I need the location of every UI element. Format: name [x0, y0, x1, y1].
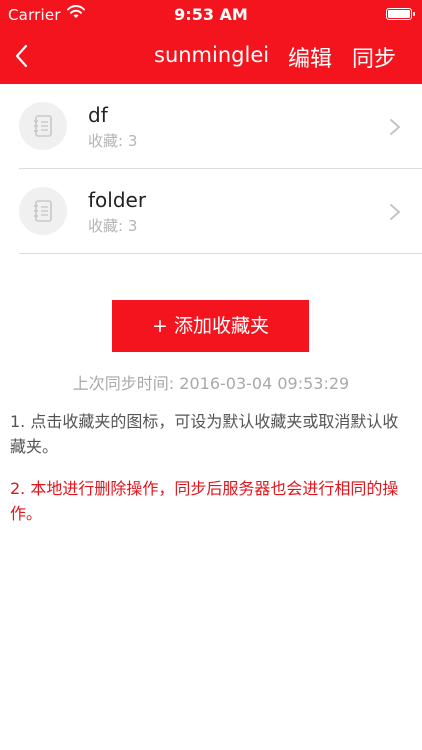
sync-button[interactable]: 同步: [352, 41, 396, 73]
add-folder-button[interactable]: + 添加收藏夹: [112, 300, 309, 352]
tip-default-folder: 1. 点击收藏夹的图标，可设为默认收藏夹或取消默认收藏夹。: [10, 412, 399, 456]
edit-button[interactable]: 编辑: [288, 41, 332, 73]
chevron-right-icon: [390, 119, 400, 135]
tip-delete-sync: 2. 本地进行删除操作，同步后服务器也会进行相同的操作。: [10, 479, 399, 523]
folder-avatar[interactable]: [19, 187, 67, 235]
chevron-left-icon[interactable]: [10, 42, 34, 70]
clock: 9:53 AM: [174, 5, 248, 24]
last-sync-label: 上次同步时间:: [72, 374, 175, 393]
folder-name: folder: [88, 188, 147, 212]
nav-bar: sunminglei 编辑 同步: [0, 30, 422, 84]
last-sync-value: 2016-03-04 09:53:29: [179, 374, 350, 393]
folder-avatar[interactable]: [19, 102, 67, 150]
folder-name: df: [88, 103, 108, 127]
list-item[interactable]: folder 收藏: 3: [0, 169, 422, 253]
status-bar: Carrier 9:53 AM: [0, 0, 422, 30]
folder-count: 收藏: 3: [88, 217, 138, 235]
username-title: sunminglei: [154, 43, 270, 67]
chevron-right-icon: [390, 204, 400, 220]
folder-count: 收藏: 3: [88, 132, 138, 150]
list-item[interactable]: df 收藏: 3: [0, 84, 422, 168]
divider: [19, 253, 422, 254]
battery-icon: [386, 8, 415, 20]
notebook-icon: [34, 115, 52, 137]
notebook-icon: [34, 200, 52, 222]
header-bar: Carrier 9:53 AM sunminglei 编辑 同步: [0, 0, 422, 84]
last-sync-time: 上次同步时间: 2016-03-04 09:53:29: [0, 370, 422, 394]
